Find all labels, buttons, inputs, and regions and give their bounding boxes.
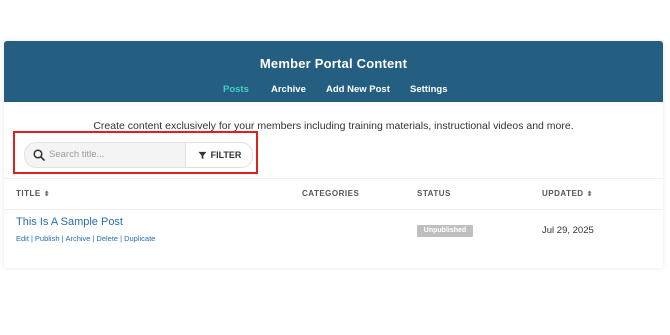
table-header: TITLE ⬍ CATEGORIES STATUS UPDATED ⬍ <box>4 178 663 210</box>
column-status: STATUS <box>417 189 451 198</box>
archive-link[interactable]: Archive <box>65 234 90 243</box>
highlight-box <box>13 131 258 174</box>
header-bar: Member Portal Content Posts Archive Add … <box>4 41 663 102</box>
column-title[interactable]: TITLE ⬍ <box>16 189 50 198</box>
delete-link[interactable]: Delete <box>96 234 118 243</box>
tab-archive[interactable]: Archive <box>271 84 306 95</box>
page-title: Member Portal Content <box>259 56 408 71</box>
sort-icon: ⬍ <box>586 191 593 198</box>
table-row: This Is A Sample Post Edit | Publish | Archi… <box>4 209 663 268</box>
edit-link[interactable]: Edit <box>16 234 29 243</box>
status-badge: Unpublished <box>417 225 473 237</box>
publish-link[interactable]: Publish <box>35 234 60 243</box>
sort-icon: ⬍ <box>43 191 51 198</box>
column-categories: CATEGORIES <box>302 189 360 198</box>
duplicate-link[interactable]: Duplicate <box>124 234 155 243</box>
updated-date: Jul 29, 2025 <box>542 225 594 236</box>
post-title-link[interactable]: This Is A Sample Post <box>16 216 123 228</box>
tab-settings[interactable]: Settings <box>410 84 447 95</box>
tab-add-new-post[interactable]: Add New Post <box>326 84 390 95</box>
tab-posts[interactable]: Posts <box>223 84 249 95</box>
row-actions: Edit | Publish | Archive | Delete | Duplicate <box>16 234 156 243</box>
column-updated[interactable]: UPDATED ⬍ <box>542 189 593 198</box>
